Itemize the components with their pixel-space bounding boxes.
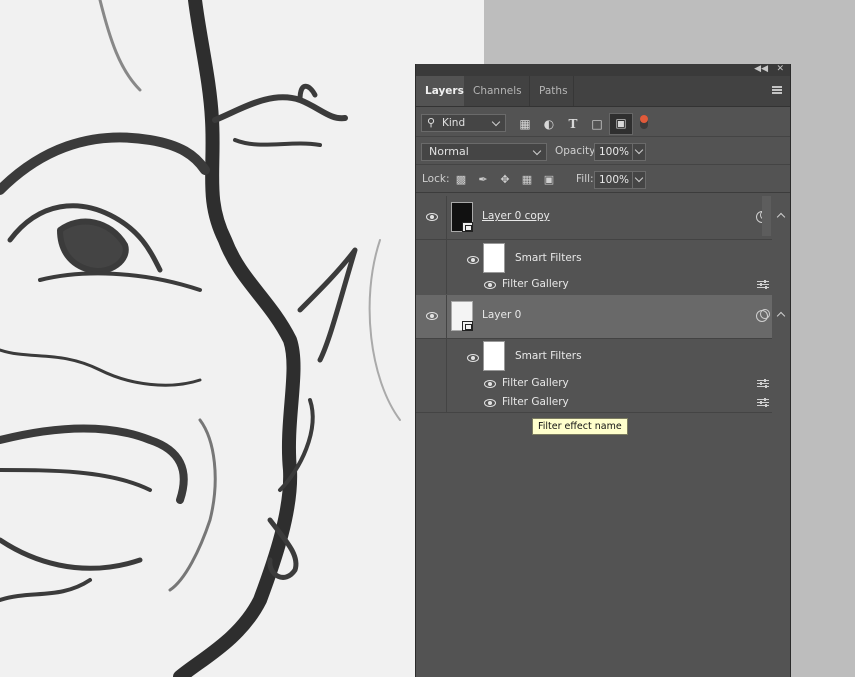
visibility-eye-icon[interactable] bbox=[426, 312, 438, 320]
fill-label: Fill: bbox=[576, 173, 594, 185]
blend-mode-dropdown[interactable]: Normal bbox=[421, 143, 547, 161]
panel-menu-icon[interactable] bbox=[772, 86, 782, 94]
filter-effect-name[interactable]: Filter Gallery bbox=[502, 377, 569, 389]
scrollbar-thumb[interactable] bbox=[762, 196, 771, 236]
filter-kind-label: Kind bbox=[442, 117, 466, 129]
prevent-auto-nesting-icon[interactable]: ▦ bbox=[519, 172, 535, 188]
filter-blending-options-icon[interactable] bbox=[757, 280, 769, 289]
tab-layers[interactable]: Layers bbox=[416, 76, 464, 106]
lock-image-pixels-icon[interactable]: ✒ bbox=[475, 172, 491, 188]
tooltip: Filter effect name bbox=[532, 418, 628, 435]
chevron-down-icon bbox=[491, 117, 501, 127]
layer-row-layer-0[interactable]: Layer 0 bbox=[416, 295, 786, 339]
filter-smart-objects-icon[interactable]: ▣ bbox=[609, 113, 633, 135]
smart-filter-indicator-icon[interactable] bbox=[756, 309, 770, 322]
filter-effect-row[interactable]: Filter Gallery bbox=[416, 393, 772, 413]
lock-transparent-pixels-icon[interactable]: ▩ bbox=[453, 172, 469, 188]
smart-filters-row[interactable]: Smart Filters bbox=[416, 338, 772, 374]
eye-column-divider bbox=[446, 196, 447, 239]
fill-slider-button[interactable] bbox=[632, 171, 646, 189]
filter-blending-options-icon[interactable] bbox=[757, 379, 769, 388]
filter-effect-name[interactable]: Filter Gallery bbox=[502, 396, 569, 408]
filter-blending-options-icon[interactable] bbox=[757, 398, 769, 407]
layer-name[interactable]: Layer 0 bbox=[482, 309, 521, 321]
filter-toggle-switch[interactable] bbox=[640, 115, 648, 129]
smart-filters-row[interactable]: Smart Filters bbox=[416, 240, 772, 276]
panel-title-bar[interactable]: ◀◀ ✕ bbox=[416, 64, 790, 76]
eye-column-divider bbox=[446, 338, 447, 374]
close-panel-icon[interactable]: ✕ bbox=[776, 63, 784, 75]
layer-filter-row: ⚲ Kind ▦ ◐ T □ ▣ bbox=[416, 112, 790, 137]
filter-effect-name[interactable]: Filter Gallery bbox=[502, 278, 569, 290]
collapse-panel-icon[interactable]: ◀◀ bbox=[754, 63, 768, 75]
filter-effect-row[interactable]: Filter Gallery bbox=[416, 276, 772, 294]
lock-all-icon[interactable]: ▣ bbox=[541, 172, 557, 188]
chevron-up-icon[interactable] bbox=[776, 311, 786, 321]
panel-tab-bar: Layers Channels Paths bbox=[416, 76, 790, 107]
chevron-down-icon bbox=[532, 146, 542, 156]
tab-paths[interactable]: Paths bbox=[530, 76, 574, 106]
filter-kind-dropdown[interactable]: ⚲ Kind bbox=[421, 114, 506, 132]
lock-row: Lock: ▩ ✒ ✥ ▦ ▣ Fill: 100% bbox=[416, 168, 790, 193]
filter-type-layers-icon[interactable]: T bbox=[564, 115, 582, 133]
visibility-eye-icon[interactable] bbox=[426, 213, 438, 221]
search-icon: ⚲ bbox=[427, 116, 436, 129]
blend-mode-value: Normal bbox=[429, 145, 469, 158]
lock-label: Lock: bbox=[422, 173, 450, 185]
chevron-up-icon[interactable] bbox=[776, 212, 786, 222]
opacity-label: Opacity: bbox=[555, 145, 599, 157]
lock-position-icon[interactable]: ✥ bbox=[497, 172, 513, 188]
filter-adjustment-layers-icon[interactable]: ◐ bbox=[540, 115, 558, 133]
smart-filters-label: Smart Filters bbox=[515, 350, 582, 362]
eye-column-divider bbox=[446, 393, 447, 412]
visibility-eye-icon[interactable] bbox=[467, 354, 479, 362]
filter-shape-layers-icon[interactable]: □ bbox=[588, 115, 606, 133]
layers-scrollbar[interactable] bbox=[762, 196, 771, 236]
visibility-eye-icon[interactable] bbox=[484, 399, 496, 407]
visibility-eye-icon[interactable] bbox=[467, 256, 479, 264]
layer-name[interactable]: Layer 0 copy bbox=[482, 210, 550, 222]
smart-object-badge-icon bbox=[462, 321, 473, 331]
smart-filter-mask-thumbnail[interactable] bbox=[483, 243, 505, 273]
smart-filters-label: Smart Filters bbox=[515, 252, 582, 264]
eye-column-divider bbox=[446, 240, 447, 276]
layer-row-layer-0-copy[interactable]: Layer 0 copy bbox=[416, 196, 786, 240]
smart-filter-mask-thumbnail[interactable] bbox=[483, 341, 505, 371]
eye-column-divider bbox=[446, 276, 447, 294]
eye-column-divider bbox=[446, 374, 447, 393]
eye-column-divider bbox=[446, 295, 447, 338]
blend-row: Normal Opacity: 100% bbox=[416, 140, 790, 165]
filter-effect-row[interactable]: Filter Gallery bbox=[416, 374, 772, 393]
chevron-down-icon bbox=[634, 145, 644, 155]
sketch-artwork bbox=[0, 0, 401, 677]
tab-channels[interactable]: Channels bbox=[464, 76, 530, 106]
opacity-slider-button[interactable] bbox=[632, 143, 646, 161]
layers-panel: ◀◀ ✕ Layers Channels Paths ⚲ Kind ▦ ◐ T … bbox=[415, 64, 791, 677]
visibility-eye-icon[interactable] bbox=[484, 380, 496, 388]
chevron-down-icon bbox=[634, 173, 644, 183]
filter-pixel-layers-icon[interactable]: ▦ bbox=[516, 115, 534, 133]
document-canvas[interactable] bbox=[0, 0, 484, 677]
smart-object-badge-icon bbox=[462, 222, 473, 232]
visibility-eye-icon[interactable] bbox=[484, 281, 496, 289]
